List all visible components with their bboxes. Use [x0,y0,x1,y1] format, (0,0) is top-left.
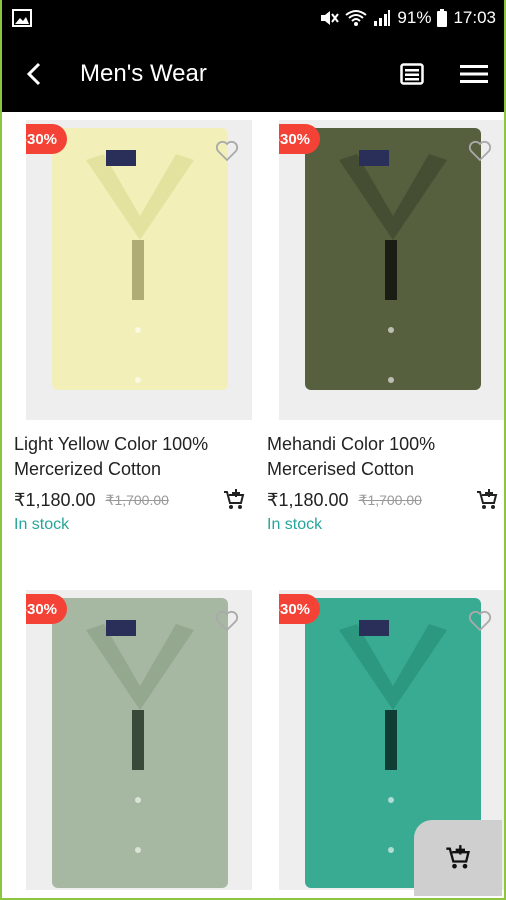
menu-icon[interactable] [460,64,488,84]
status-bar: 91% 17:03 [0,0,506,36]
add-to-cart-button[interactable] [222,488,246,512]
product-price: ₹1,180.00 [14,489,96,510]
add-cart-icon [446,845,470,869]
product-price: ₹1,180.00 [267,489,349,510]
back-button[interactable] [4,36,64,112]
original-price: ₹1,700.00 [105,491,169,508]
wifi-icon [345,9,368,27]
signal-icon [373,9,391,27]
wishlist-button[interactable] [210,604,244,638]
back-arrow-icon [24,61,44,87]
wishlist-button[interactable] [210,134,244,168]
clock: 17:03 [453,8,496,27]
product-image[interactable]: -30% [26,590,252,890]
wishlist-button[interactable] [463,134,497,168]
discount-badge: -30% [26,124,68,154]
product-grid: -30% Light Yellow Color 100% Mercerized … [2,112,504,898]
page-title: Men's Wear [80,60,207,87]
product-image[interactable]: -30% [26,120,252,420]
floating-cart-button[interactable] [414,820,502,896]
product-name[interactable]: Light Yellow Color 100% Mercerized Cotto… [14,432,244,482]
original-price: ₹1,700.00 [358,491,422,508]
gallery-notification-icon [12,9,32,27]
mute-icon [319,9,340,27]
app-bar: Men's Wear [0,36,506,112]
add-to-cart-button[interactable] [475,488,499,512]
heart-icon [215,140,239,162]
stock-status: In stock [267,516,323,533]
discount-badge: -30% [26,594,68,624]
heart-icon [468,140,492,162]
add-cart-icon [477,489,498,509]
add-cart-icon [224,489,245,509]
discount-badge: -30% [279,124,321,154]
wishlist-button[interactable] [463,604,497,638]
battery-percent: 91% [397,8,432,27]
product-name[interactable]: Mehandi Color 100% Mercerised Cotton [267,432,497,482]
heart-icon [215,610,239,632]
product-card[interactable]: -30% Light Yellow Color 100% Mercerized … [6,120,252,534]
stock-status: In stock [14,516,70,533]
heart-icon [468,610,492,632]
discount-badge: -30% [279,594,321,624]
view-toggle-button[interactable] [400,63,424,85]
battery-icon [437,9,448,27]
product-card[interactable]: -30% Mehandi Color 100% Mercerised Cotto… [259,120,504,534]
product-card[interactable]: -30% [6,590,252,890]
product-image[interactable]: -30% [279,120,504,420]
